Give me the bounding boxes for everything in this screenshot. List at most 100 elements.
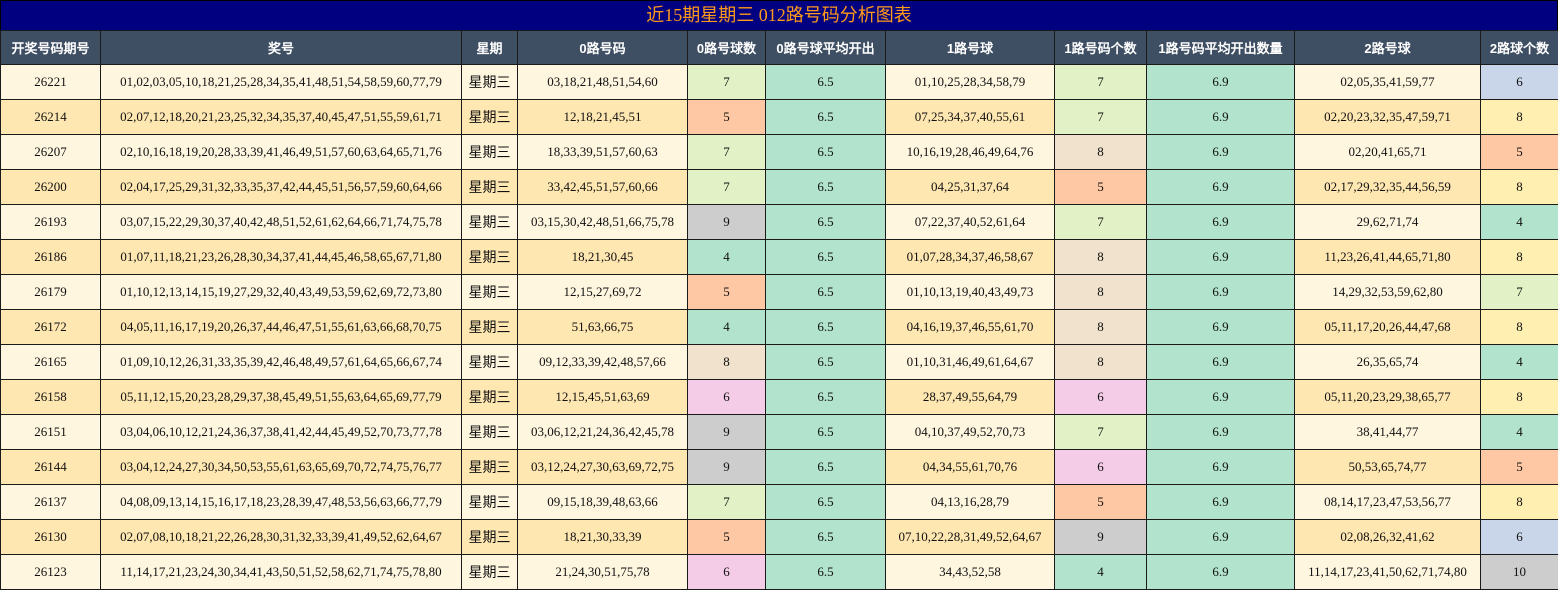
header-one-route-average[interactable]: 1路号码平均开出数量 [1147, 31, 1295, 65]
one-route-average-cell: 6.9 [1147, 135, 1295, 170]
winning-numbers-cell: 03,07,15,22,29,30,37,40,42,48,51,52,61,6… [101, 205, 462, 240]
table-row: 2619303,07,15,22,29,30,37,40,42,48,51,52… [1, 205, 1558, 240]
two-route-numbers-cell: 02,05,35,41,59,77 [1295, 65, 1481, 100]
zero-route-numbers-cell: 18,21,30,45 [518, 240, 688, 275]
period-cell: 26158 [1, 380, 101, 415]
one-route-numbers-cell: 01,10,31,46,49,61,64,67 [886, 345, 1055, 380]
zero-route-count-cell: 7 [688, 170, 766, 205]
header-weekday[interactable]: 星期 [462, 31, 518, 65]
table-row: 2622101,02,03,05,10,18,21,25,28,34,35,41… [1, 65, 1558, 100]
header-zero-route-numbers[interactable]: 0路号码 [518, 31, 688, 65]
one-route-count-cell: 5 [1055, 485, 1147, 520]
weekday-cell: 星期三 [462, 170, 518, 205]
weekday-cell: 星期三 [462, 100, 518, 135]
two-route-numbers-cell: 11,23,26,41,44,65,71,80 [1295, 240, 1481, 275]
zero-route-average-cell: 6.5 [766, 275, 886, 310]
zero-route-count-cell: 5 [688, 275, 766, 310]
winning-numbers-cell: 11,14,17,21,23,24,30,34,41,43,50,51,52,5… [101, 555, 462, 590]
two-route-count-cell: 4 [1481, 205, 1558, 240]
zero-route-average-cell: 6.5 [766, 485, 886, 520]
one-route-numbers-cell: 34,43,52,58 [886, 555, 1055, 590]
table-row: 2612311,14,17,21,23,24,30,34,41,43,50,51… [1, 555, 1558, 590]
weekday-cell: 星期三 [462, 415, 518, 450]
zero-route-numbers-cell: 03,18,21,48,51,54,60 [518, 65, 688, 100]
two-route-numbers-cell: 02,20,23,32,35,47,59,71 [1295, 100, 1481, 135]
one-route-count-cell: 7 [1055, 415, 1147, 450]
zero-route-average-cell: 6.5 [766, 450, 886, 485]
winning-numbers-cell: 01,09,10,12,26,31,33,35,39,42,46,48,49,5… [101, 345, 462, 380]
two-route-count-cell: 10 [1481, 555, 1558, 590]
one-route-average-cell: 6.9 [1147, 100, 1295, 135]
header-one-route-count[interactable]: 1路号码个数 [1055, 31, 1147, 65]
header-two-route-count[interactable]: 2路球个数 [1481, 31, 1558, 65]
one-route-average-cell: 6.9 [1147, 520, 1295, 555]
zero-route-average-cell: 6.5 [766, 65, 886, 100]
zero-route-numbers-cell: 12,18,21,45,51 [518, 100, 688, 135]
weekday-cell: 星期三 [462, 485, 518, 520]
table-row: 2617204,05,11,16,17,19,20,26,37,44,46,47… [1, 310, 1558, 345]
zero-route-numbers-cell: 09,15,18,39,48,63,66 [518, 485, 688, 520]
zero-route-average-cell: 6.5 [766, 415, 886, 450]
one-route-numbers-cell: 28,37,49,55,64,79 [886, 380, 1055, 415]
two-route-count-cell: 8 [1481, 100, 1558, 135]
table-row: 2614403,04,12,24,27,30,34,50,53,55,61,63… [1, 450, 1558, 485]
two-route-count-cell: 7 [1481, 275, 1558, 310]
zero-route-average-cell: 6.5 [766, 240, 886, 275]
zero-route-numbers-cell: 03,06,12,21,24,36,42,45,78 [518, 415, 688, 450]
zero-route-numbers-cell: 09,12,33,39,42,48,57,66 [518, 345, 688, 380]
one-route-count-cell: 7 [1055, 205, 1147, 240]
header-zero-route-average[interactable]: 0路号球平均开出 [766, 31, 886, 65]
period-cell: 26186 [1, 240, 101, 275]
two-route-numbers-cell: 29,62,71,74 [1295, 205, 1481, 240]
one-route-numbers-cell: 07,25,34,37,40,55,61 [886, 100, 1055, 135]
two-route-count-cell: 8 [1481, 380, 1558, 415]
one-route-numbers-cell: 04,13,16,28,79 [886, 485, 1055, 520]
zero-route-numbers-cell: 03,12,24,27,30,63,69,72,75 [518, 450, 688, 485]
one-route-average-cell: 6.9 [1147, 415, 1295, 450]
zero-route-average-cell: 6.5 [766, 205, 886, 240]
winning-numbers-cell: 05,11,12,15,20,23,28,29,37,38,45,49,51,5… [101, 380, 462, 415]
two-route-count-cell: 5 [1481, 135, 1558, 170]
header-numbers[interactable]: 奖号 [101, 31, 462, 65]
two-route-numbers-cell: 14,29,32,53,59,62,80 [1295, 275, 1481, 310]
zero-route-count-cell: 5 [688, 100, 766, 135]
header-two-route-numbers[interactable]: 2路号球 [1295, 31, 1481, 65]
table-row: 2617901,10,12,13,14,15,19,27,29,32,40,43… [1, 275, 1558, 310]
header-one-route-numbers[interactable]: 1路号球 [886, 31, 1055, 65]
one-route-numbers-cell: 04,16,19,37,46,55,61,70 [886, 310, 1055, 345]
weekday-cell: 星期三 [462, 345, 518, 380]
table-row: 2613002,07,08,10,18,21,22,26,28,30,31,32… [1, 520, 1558, 555]
zero-route-numbers-cell: 18,33,39,51,57,60,63 [518, 135, 688, 170]
one-route-count-cell: 6 [1055, 450, 1147, 485]
one-route-numbers-cell: 10,16,19,28,46,49,64,76 [886, 135, 1055, 170]
one-route-count-cell: 9 [1055, 520, 1147, 555]
one-route-numbers-cell: 01,07,28,34,37,46,58,67 [886, 240, 1055, 275]
one-route-count-cell: 8 [1055, 275, 1147, 310]
one-route-count-cell: 4 [1055, 555, 1147, 590]
one-route-average-cell: 6.9 [1147, 450, 1295, 485]
header-zero-route-count[interactable]: 0路号球数 [688, 31, 766, 65]
one-route-average-cell: 6.9 [1147, 240, 1295, 275]
zero-route-count-cell: 8 [688, 345, 766, 380]
weekday-cell: 星期三 [462, 450, 518, 485]
weekday-cell: 星期三 [462, 135, 518, 170]
zero-route-average-cell: 6.5 [766, 345, 886, 380]
two-route-numbers-cell: 02,17,29,32,35,44,56,59 [1295, 170, 1481, 205]
zero-route-average-cell: 6.5 [766, 310, 886, 345]
table-row: 2613704,08,09,13,14,15,16,17,18,23,28,39… [1, 485, 1558, 520]
one-route-numbers-cell: 04,10,37,49,52,70,73 [886, 415, 1055, 450]
zero-route-numbers-cell: 21,24,30,51,75,78 [518, 555, 688, 590]
zero-route-numbers-cell: 18,21,30,33,39 [518, 520, 688, 555]
winning-numbers-cell: 02,10,16,18,19,20,28,33,39,41,46,49,51,5… [101, 135, 462, 170]
header-period[interactable]: 开奖号码期号 [1, 31, 101, 65]
table-body: 2622101,02,03,05,10,18,21,25,28,34,35,41… [1, 65, 1558, 590]
zero-route-numbers-cell: 12,15,45,51,63,69 [518, 380, 688, 415]
two-route-count-cell: 8 [1481, 170, 1558, 205]
period-cell: 26123 [1, 555, 101, 590]
table-row: 2620702,10,16,18,19,20,28,33,39,41,46,49… [1, 135, 1558, 170]
weekday-cell: 星期三 [462, 520, 518, 555]
zero-route-numbers-cell: 03,15,30,42,48,51,66,75,78 [518, 205, 688, 240]
winning-numbers-cell: 02,07,12,18,20,21,23,25,32,34,35,37,40,4… [101, 100, 462, 135]
two-route-numbers-cell: 02,08,26,32,41,62 [1295, 520, 1481, 555]
zero-route-count-cell: 6 [688, 555, 766, 590]
